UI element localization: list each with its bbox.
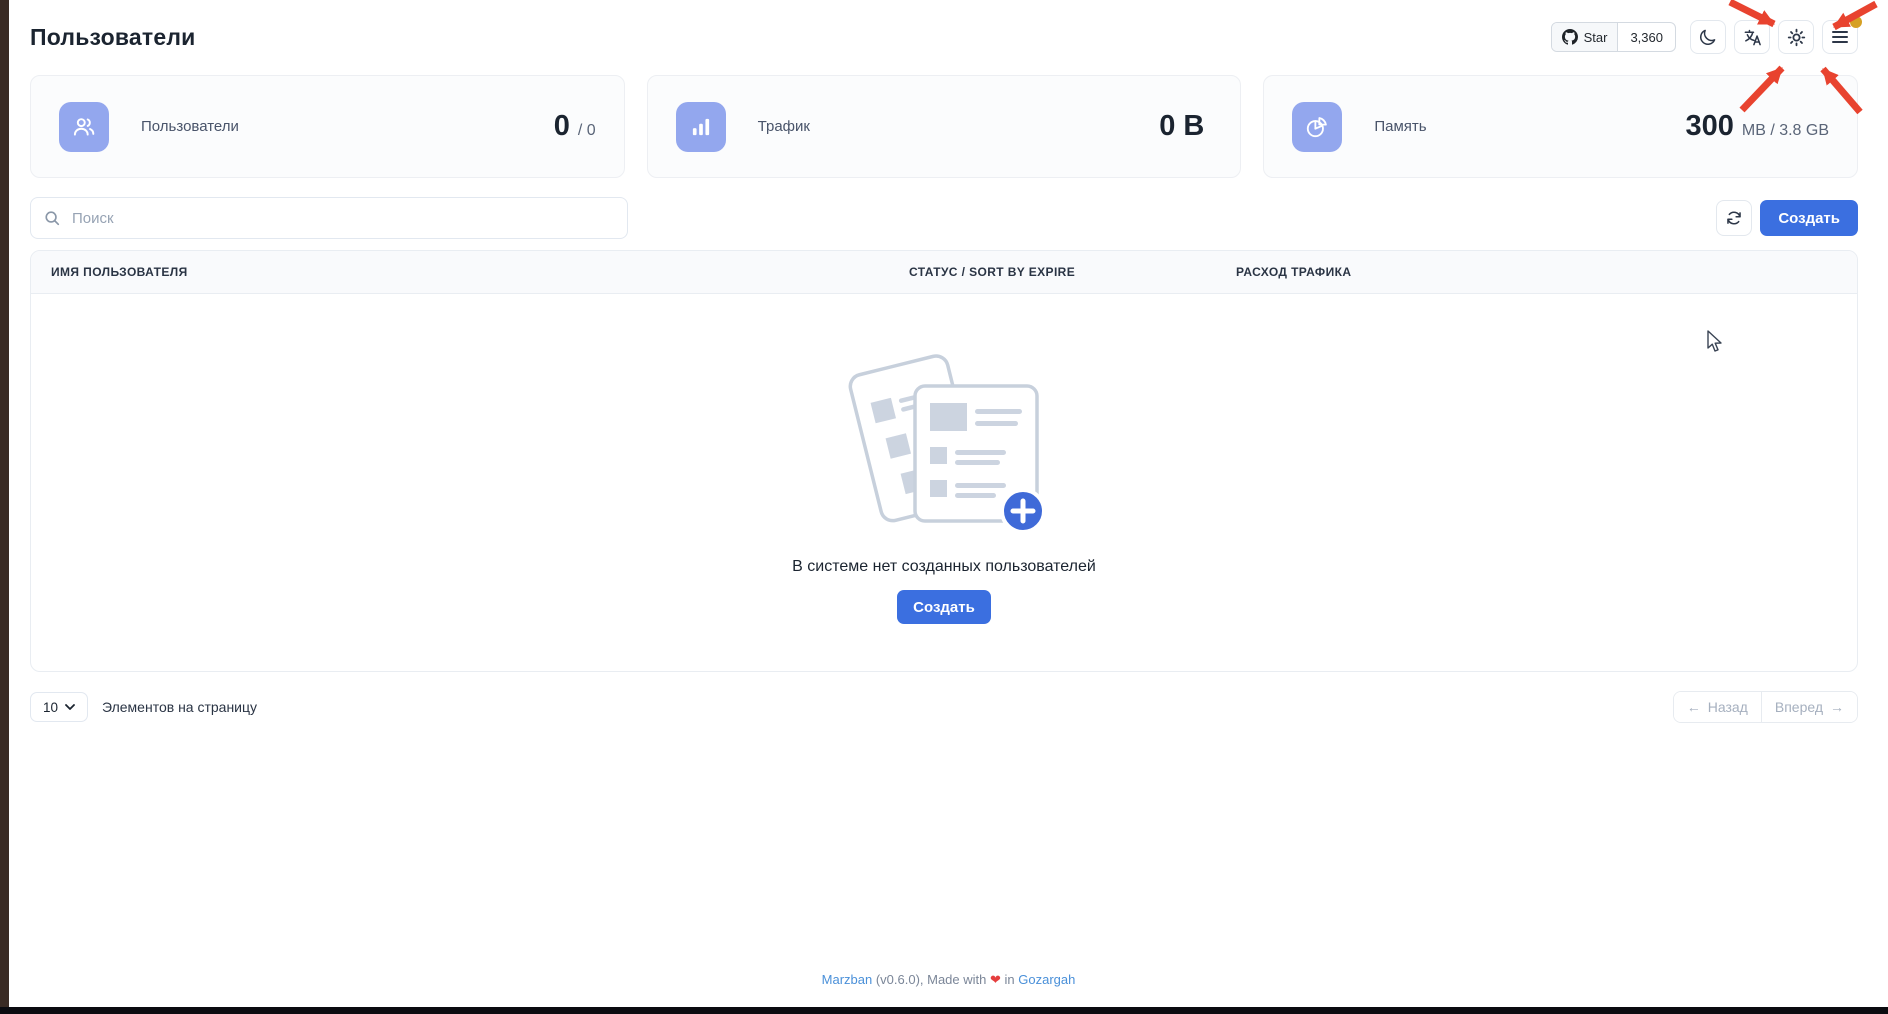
stat-value-main: 0	[554, 110, 570, 143]
translate-icon	[1743, 28, 1762, 47]
left-edge-strip	[0, 0, 9, 1014]
github-star-label: Star	[1584, 30, 1608, 45]
page-size-value: 10	[43, 700, 58, 715]
footer-location-link[interactable]: Gozargah	[1018, 972, 1075, 987]
settings-button[interactable]	[1778, 20, 1814, 54]
toolbar-actions: Создать	[1716, 200, 1858, 236]
users-table: ИМЯ ПОЛЬЗОВАТЕЛЯ СТАТУС / SORT BY EXPIRE…	[30, 250, 1858, 672]
language-button[interactable]	[1734, 20, 1770, 54]
stat-label: Пользователи	[141, 118, 239, 135]
stat-value-main: 0 B	[1159, 110, 1204, 143]
empty-state-create-button[interactable]: Создать	[897, 590, 991, 624]
footer-brand-link[interactable]: Marzban	[822, 972, 873, 987]
stat-card-traffic: Трафик 0 B	[647, 75, 1242, 178]
create-user-button[interactable]: Создать	[1760, 200, 1858, 236]
column-header-traffic: РАСХОД ТРАФИКА	[1236, 265, 1857, 279]
pager-group: ← Назад Вперед →	[1673, 691, 1858, 723]
left-arrow-icon: ←	[1687, 699, 1701, 715]
stat-value-secondary: / 0	[578, 122, 596, 140]
footer-version-text: (v0.6.0), Made with	[872, 972, 990, 987]
topbar-actions: Star 3,360	[1551, 20, 1858, 54]
stat-value: 300 MB / 3.8 GB	[1685, 110, 1829, 143]
search-icon	[43, 209, 61, 227]
search-box[interactable]	[30, 197, 628, 239]
github-icon	[1562, 29, 1578, 45]
column-header-username: ИМЯ ПОЛЬЗОВАТЕЛЯ	[31, 265, 909, 279]
page-size-select[interactable]: 10	[30, 692, 88, 722]
empty-state: В системе нет созданных пользователей Со…	[31, 294, 1857, 624]
stat-value-main: 300	[1685, 110, 1733, 143]
table-header-row: ИМЯ ПОЛЬЗОВАТЕЛЯ СТАТУС / SORT BY EXPIRE…	[31, 251, 1857, 294]
main-content: Пользователи Star 3,360	[9, 14, 1888, 723]
dark-mode-button[interactable]	[1690, 20, 1726, 54]
toolbar: Создать	[30, 197, 1858, 239]
next-page-label: Вперед	[1775, 699, 1823, 715]
topbar: Пользователи Star 3,360	[30, 14, 1858, 60]
pagination-bar: 10 Элементов на страницу ← Назад Вперед …	[30, 691, 1858, 723]
hamburger-icon	[1831, 30, 1849, 44]
items-per-page-label: Элементов на страницу	[102, 699, 257, 715]
stat-value: 0 B	[1159, 110, 1212, 143]
github-star-button[interactable]: Star	[1552, 23, 1619, 51]
bottom-edge-strip	[0, 1007, 1888, 1014]
gear-icon	[1787, 28, 1806, 47]
footer: Marzban (v0.6.0), Made with ❤ in Gozarga…	[9, 972, 1888, 988]
page-title: Пользователи	[30, 24, 196, 51]
next-page-button[interactable]: Вперед →	[1761, 692, 1857, 722]
chevron-down-icon	[65, 704, 75, 711]
empty-documents-illustration	[837, 346, 1052, 546]
stats-row: Пользователи 0 / 0 Трафик 0 B	[30, 75, 1858, 178]
stat-label: Память	[1374, 118, 1426, 135]
memory-icon	[1292, 102, 1342, 152]
github-star-count[interactable]: 3,360	[1618, 23, 1675, 51]
prev-page-button[interactable]: ← Назад	[1674, 692, 1761, 722]
empty-state-message: В системе нет созданных пользователей	[792, 558, 1096, 576]
right-arrow-icon: →	[1830, 699, 1844, 715]
prev-page-label: Назад	[1708, 699, 1748, 715]
refresh-button[interactable]	[1716, 200, 1752, 236]
users-icon	[59, 102, 109, 152]
search-input[interactable]	[70, 209, 615, 228]
marzban-dashboard: Пользователи Star 3,360	[0, 0, 1888, 1014]
heart-icon: ❤	[990, 972, 1001, 987]
stat-value: 0 / 0	[554, 110, 596, 143]
traffic-icon	[676, 102, 726, 152]
notification-dot	[1850, 16, 1862, 28]
column-header-status-sort[interactable]: СТАТУС / SORT BY EXPIRE	[909, 265, 1236, 279]
stat-label: Трафик	[758, 118, 810, 135]
refresh-icon	[1725, 209, 1743, 227]
stat-card-users: Пользователи 0 / 0	[30, 75, 625, 178]
footer-in-text: in	[1001, 972, 1018, 987]
stat-value-secondary: MB / 3.8 GB	[1742, 122, 1829, 140]
moon-icon	[1699, 28, 1717, 46]
github-star-badge[interactable]: Star 3,360	[1551, 22, 1676, 52]
add-circle-icon	[1002, 490, 1044, 532]
stat-card-memory: Память 300 MB / 3.8 GB	[1263, 75, 1858, 178]
menu-button[interactable]	[1822, 20, 1858, 54]
